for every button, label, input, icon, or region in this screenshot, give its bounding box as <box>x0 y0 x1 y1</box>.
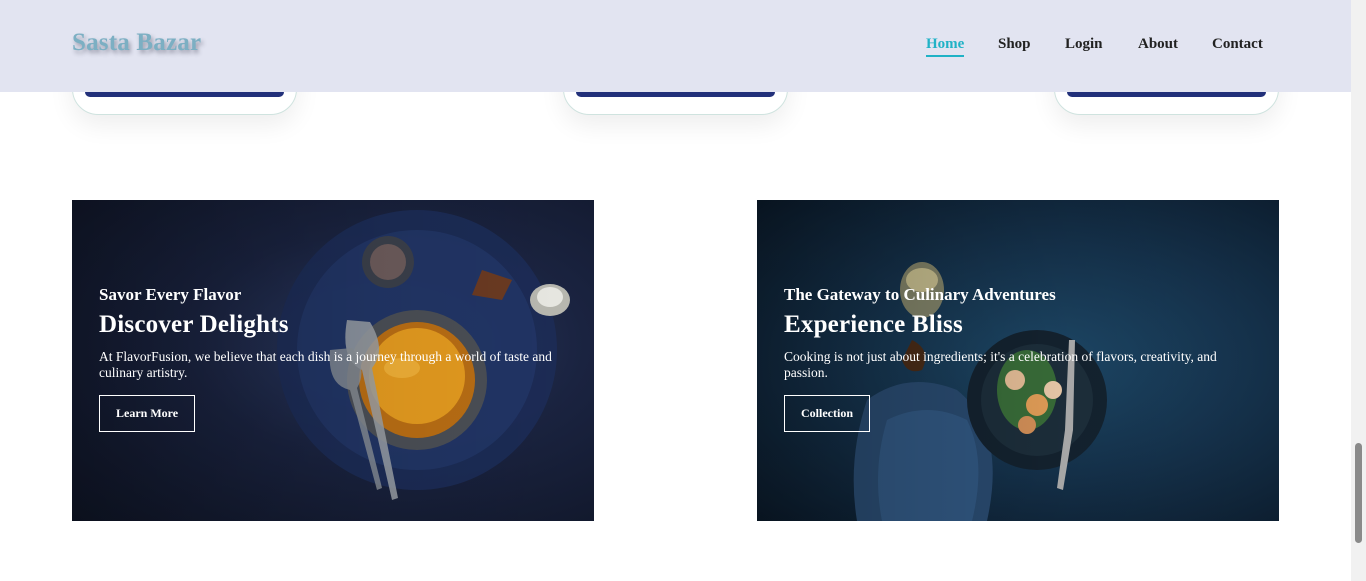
banner-content: The Gateway to Culinary Adventures Exper… <box>784 285 1254 432</box>
nav-link-about[interactable]: About <box>1138 36 1178 53</box>
page-scrollbar[interactable] <box>1351 0 1366 581</box>
learn-more-button[interactable]: Learn More <box>99 395 196 432</box>
nav-link-shop[interactable]: Shop <box>998 36 1031 53</box>
nav-link-login[interactable]: Login <box>1065 36 1103 53</box>
navbar: Sasta Bazar Home Shop Login About Contac… <box>0 0 1351 92</box>
nav-link-contact[interactable]: Contact <box>1212 36 1263 53</box>
banner-description: Cooking is not just about ingredients; i… <box>784 349 1217 380</box>
brand-logo[interactable]: Sasta Bazar <box>72 29 201 57</box>
banner-description: At FlavorFusion, we believe that each di… <box>99 349 552 380</box>
banner-headline: Discover Delights <box>99 311 289 338</box>
banner-experience-bliss: The Gateway to Culinary Adventures Exper… <box>757 200 1279 521</box>
page: Sasta Bazar Home Shop Login About Contac… <box>0 0 1366 581</box>
banner-eyebrow: The Gateway to Culinary Adventures <box>784 285 1056 304</box>
nav-link-home[interactable]: Home <box>926 36 965 57</box>
scrollbar-thumb[interactable] <box>1355 443 1362 543</box>
banner-headline: Experience Bliss <box>784 311 963 338</box>
banner-content: Savor Every Flavor Discover Delights At … <box>99 285 569 432</box>
collection-button[interactable]: Collection <box>784 395 870 432</box>
banner-eyebrow: Savor Every Flavor <box>99 285 242 304</box>
banner-discover-delights: Savor Every Flavor Discover Delights At … <box>72 200 594 521</box>
